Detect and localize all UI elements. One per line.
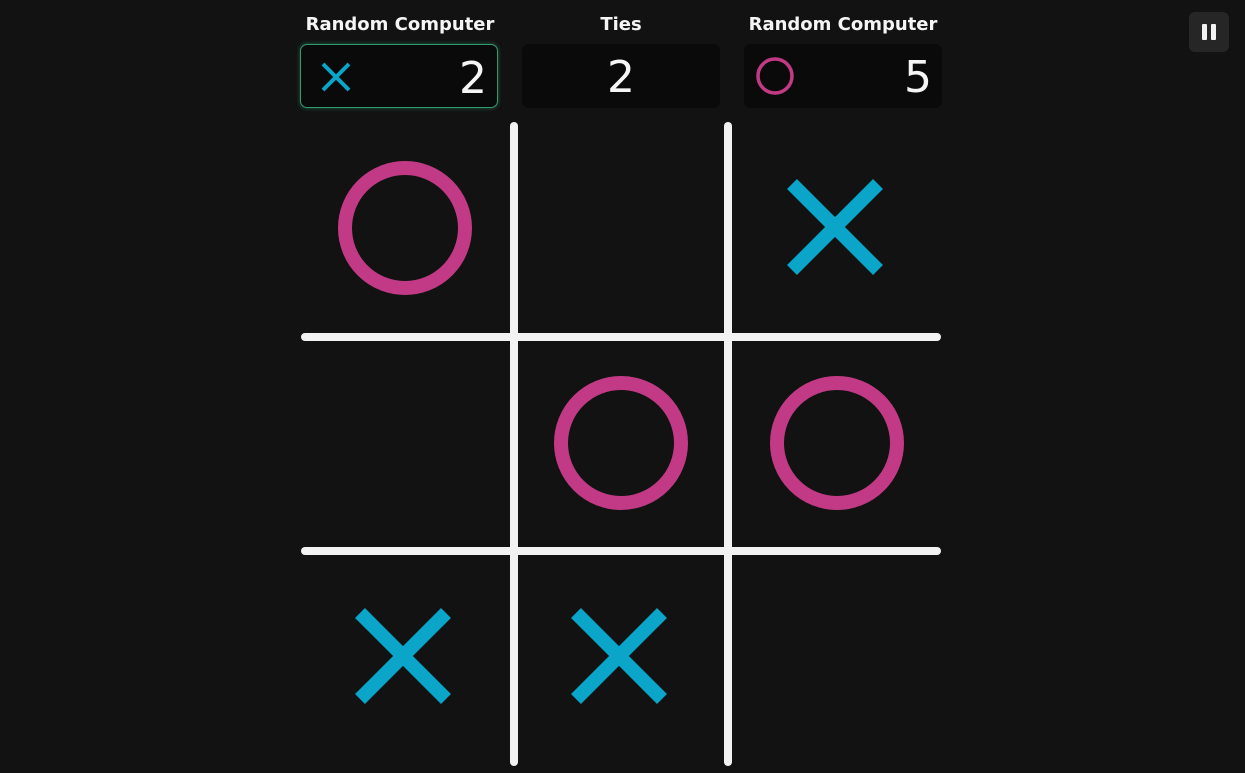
board-cell-2-2[interactable] (514, 337, 726, 549)
ties-score: 2 (607, 52, 635, 103)
o-mark-icon (770, 376, 904, 510)
x-mark-icon (787, 179, 883, 275)
board-cell-2-1[interactable] (298, 337, 510, 549)
x-mark-icon (355, 608, 451, 704)
ties-score-card: 2 (522, 44, 720, 108)
board-cell-2-3[interactable] (730, 337, 942, 549)
board-cell-3-1[interactable] (298, 551, 510, 763)
x-mark-icon (321, 62, 351, 92)
o-mark-icon (756, 57, 794, 95)
board-cell-1-2[interactable] (514, 122, 726, 334)
player-o-score-card: 5 (744, 44, 942, 108)
board-cell-3-2[interactable] (514, 551, 726, 763)
pause-button[interactable] (1189, 12, 1229, 52)
player-x-score: 2 (459, 53, 487, 104)
player-o-score: 5 (904, 52, 932, 103)
o-mark-icon (338, 161, 472, 295)
game-board (298, 122, 944, 766)
player-x-score-card: 2 (300, 44, 498, 108)
player-x-name: Random Computer (305, 14, 495, 35)
player-o-name: Random Computer (748, 14, 938, 35)
o-mark-icon (554, 376, 688, 510)
board-cell-3-3[interactable] (730, 551, 942, 763)
board-cell-1-3[interactable] (730, 122, 942, 334)
x-mark-icon (571, 608, 667, 704)
pause-icon (1202, 24, 1216, 40)
game-screen: Random Computer 2 Ties 2 Random Computer… (0, 0, 1245, 773)
board-cell-1-1[interactable] (298, 122, 510, 334)
ties-label: Ties (600, 14, 642, 35)
